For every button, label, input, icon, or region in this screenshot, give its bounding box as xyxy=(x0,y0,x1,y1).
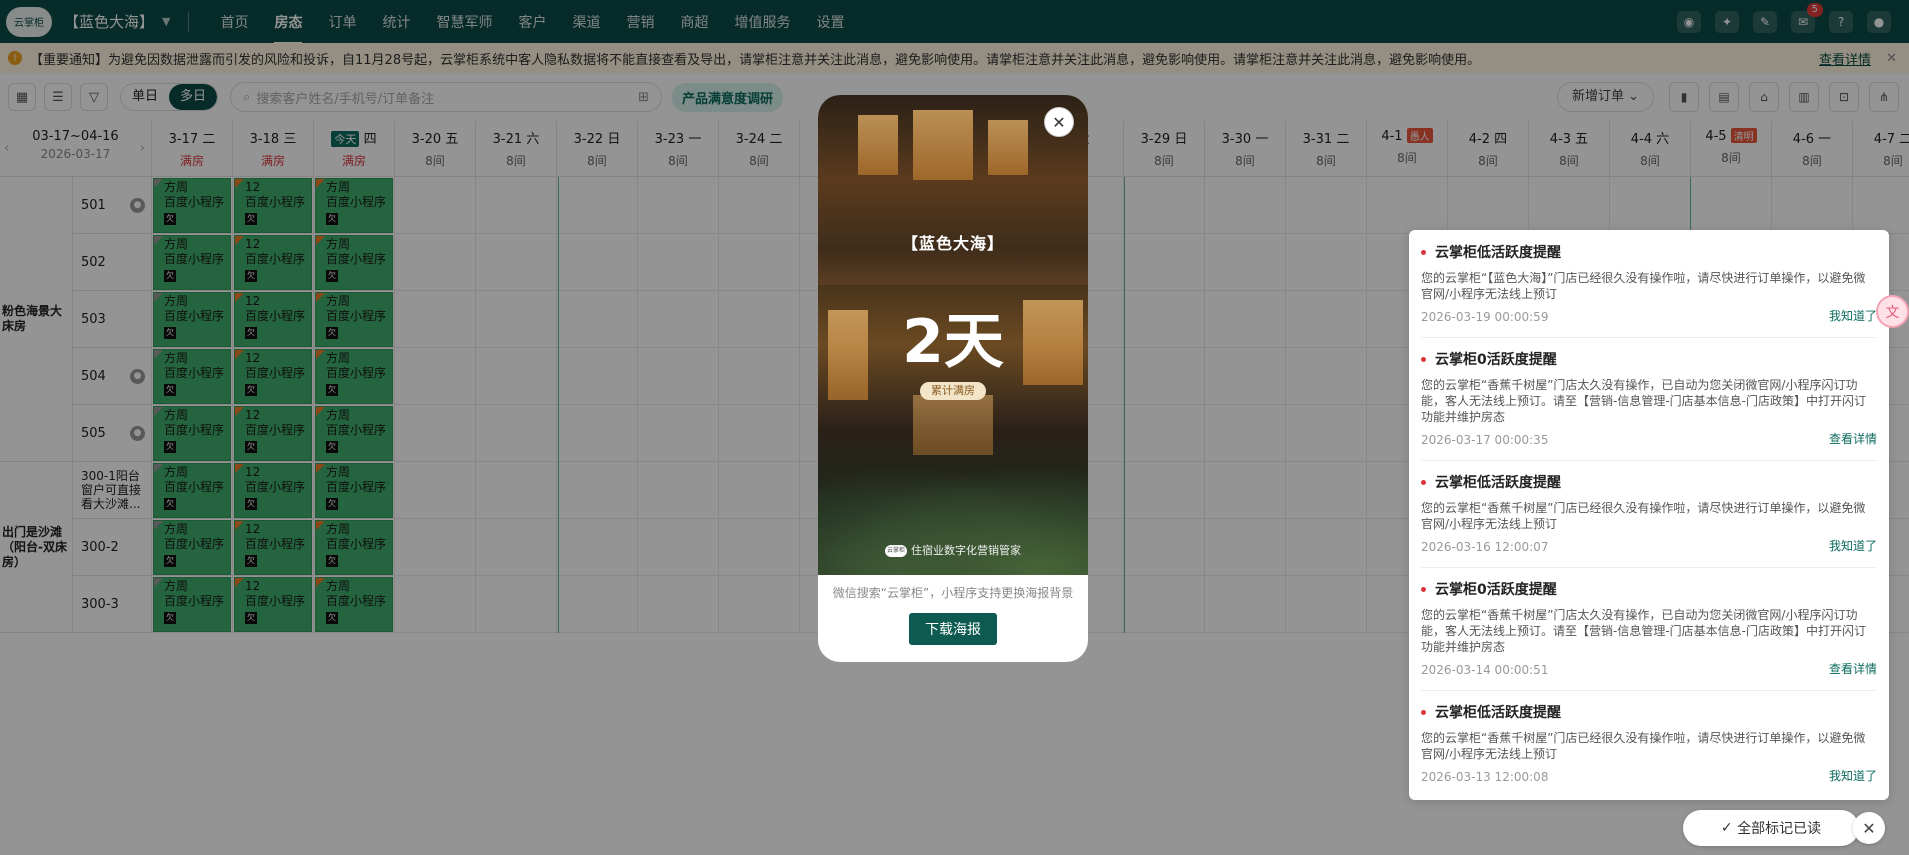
poster-window xyxy=(913,110,973,180)
poster-plants xyxy=(818,465,1088,575)
notification-time: 2026-03-17 00:00:35 xyxy=(1421,433,1549,447)
notification-item: 云掌柜低活跃度提醒您的云掌柜“【蓝色大海】”门店已经很久没有操作啦，请尽快进行订… xyxy=(1409,242,1889,324)
poster-image: 【蓝色大海】 2天 累计满房 云掌柜 住宿业数字化营销管家 xyxy=(818,95,1088,575)
notification-body: 您的云掌柜“香蕉千树屋”门店太久没有操作，已自动为您关闭微官网/小程序闪订功能，… xyxy=(1421,608,1866,654)
notification-body: 您的云掌柜“香蕉千树屋”门店已经很久没有操作啦，请尽快进行订单操作，以避免微官网… xyxy=(1421,731,1866,761)
notification-title: 云掌柜低活跃度提醒 xyxy=(1421,702,1877,722)
notification-panel: 云掌柜低活跃度提醒您的云掌柜“【蓝色大海】”门店已经很久没有操作啦，请尽快进行订… xyxy=(1409,230,1889,800)
modal-hint: 微信搜索“云掌柜”，小程序支持更换海报背景 xyxy=(832,586,1074,600)
notification-body: 您的云掌柜“【蓝色大海】”门店已经很久没有操作啦，请尽快进行订单操作，以避免微官… xyxy=(1421,271,1866,301)
notification-title: 云掌柜低活跃度提醒 xyxy=(1421,242,1877,262)
notification-action[interactable]: 我知道了 xyxy=(1829,767,1877,784)
notification-body: 您的云掌柜“香蕉千树屋”门店太久没有操作，已自动为您关闭微官网/小程序闪订功能，… xyxy=(1421,378,1866,424)
notification-title: 云掌柜0活跃度提醒 xyxy=(1421,349,1877,369)
notification-title: 云掌柜0活跃度提醒 xyxy=(1421,579,1877,599)
poster-days: 2天 xyxy=(902,307,1004,377)
notification-time: 2026-03-14 00:00:51 xyxy=(1421,663,1549,677)
notification-divider xyxy=(1421,460,1877,461)
notification-divider xyxy=(1421,690,1877,691)
close-icon[interactable]: ✕ xyxy=(1853,812,1885,844)
poster-modal: 【蓝色大海】 2天 累计满房 云掌柜 住宿业数字化营销管家 ✕ 微信搜索“云掌柜”… xyxy=(818,95,1088,662)
translate-icon[interactable]: 文 xyxy=(1876,295,1909,328)
notification-time: 2026-03-13 12:00:08 xyxy=(1421,770,1549,784)
poster-brand-text: 住宿业数字化营销管家 xyxy=(911,544,1021,557)
poster-door xyxy=(913,395,993,455)
notification-divider xyxy=(1421,567,1877,568)
notification-action[interactable]: 我知道了 xyxy=(1829,307,1877,324)
notification-body: 您的云掌柜“香蕉千树屋”门店已经很久没有操作啦，请尽快进行订单操作，以避免微官网… xyxy=(1421,501,1866,531)
poster-label: 累计满房 xyxy=(920,382,986,400)
poster-window xyxy=(858,115,898,175)
notification-item: 云掌柜低活跃度提醒您的云掌柜“香蕉千树屋”门店已经很久没有操作啦，请尽快进行订单… xyxy=(1409,472,1889,554)
notification-item: 云掌柜0活跃度提醒您的云掌柜“香蕉千树屋”门店太久没有操作，已自动为您关闭微官网… xyxy=(1409,579,1889,677)
mark-all-read-label: 全部标记已读 xyxy=(1737,821,1822,837)
notification-action[interactable]: 查看详情 xyxy=(1829,430,1877,447)
notification-title: 云掌柜低活跃度提醒 xyxy=(1421,472,1877,492)
notification-action[interactable]: 我知道了 xyxy=(1829,537,1877,554)
notification-item: 云掌柜低活跃度提醒您的云掌柜“香蕉千树屋”门店已经很久没有操作啦，请尽快进行订单… xyxy=(1409,702,1889,784)
notification-time: 2026-03-19 00:00:59 xyxy=(1421,310,1549,324)
notification-action[interactable]: 查看详情 xyxy=(1829,660,1877,677)
brand-logo: 云掌柜 xyxy=(885,545,907,557)
notification-item: 云掌柜0活跃度提醒您的云掌柜“香蕉千树屋”门店太久没有操作，已自动为您关闭微官网… xyxy=(1409,349,1889,447)
close-icon[interactable]: ✕ xyxy=(1044,107,1074,137)
notification-divider xyxy=(1421,337,1877,338)
notification-time: 2026-03-16 12:00:07 xyxy=(1421,540,1549,554)
mark-all-read-button[interactable]: ✓ 全部标记已读 xyxy=(1683,810,1859,846)
download-poster-button[interactable]: 下载海报 xyxy=(909,613,997,645)
poster-window xyxy=(988,120,1028,175)
poster-brand: 云掌柜 住宿业数字化营销管家 xyxy=(818,542,1088,558)
poster-store-name: 【蓝色大海】 xyxy=(901,234,1004,253)
